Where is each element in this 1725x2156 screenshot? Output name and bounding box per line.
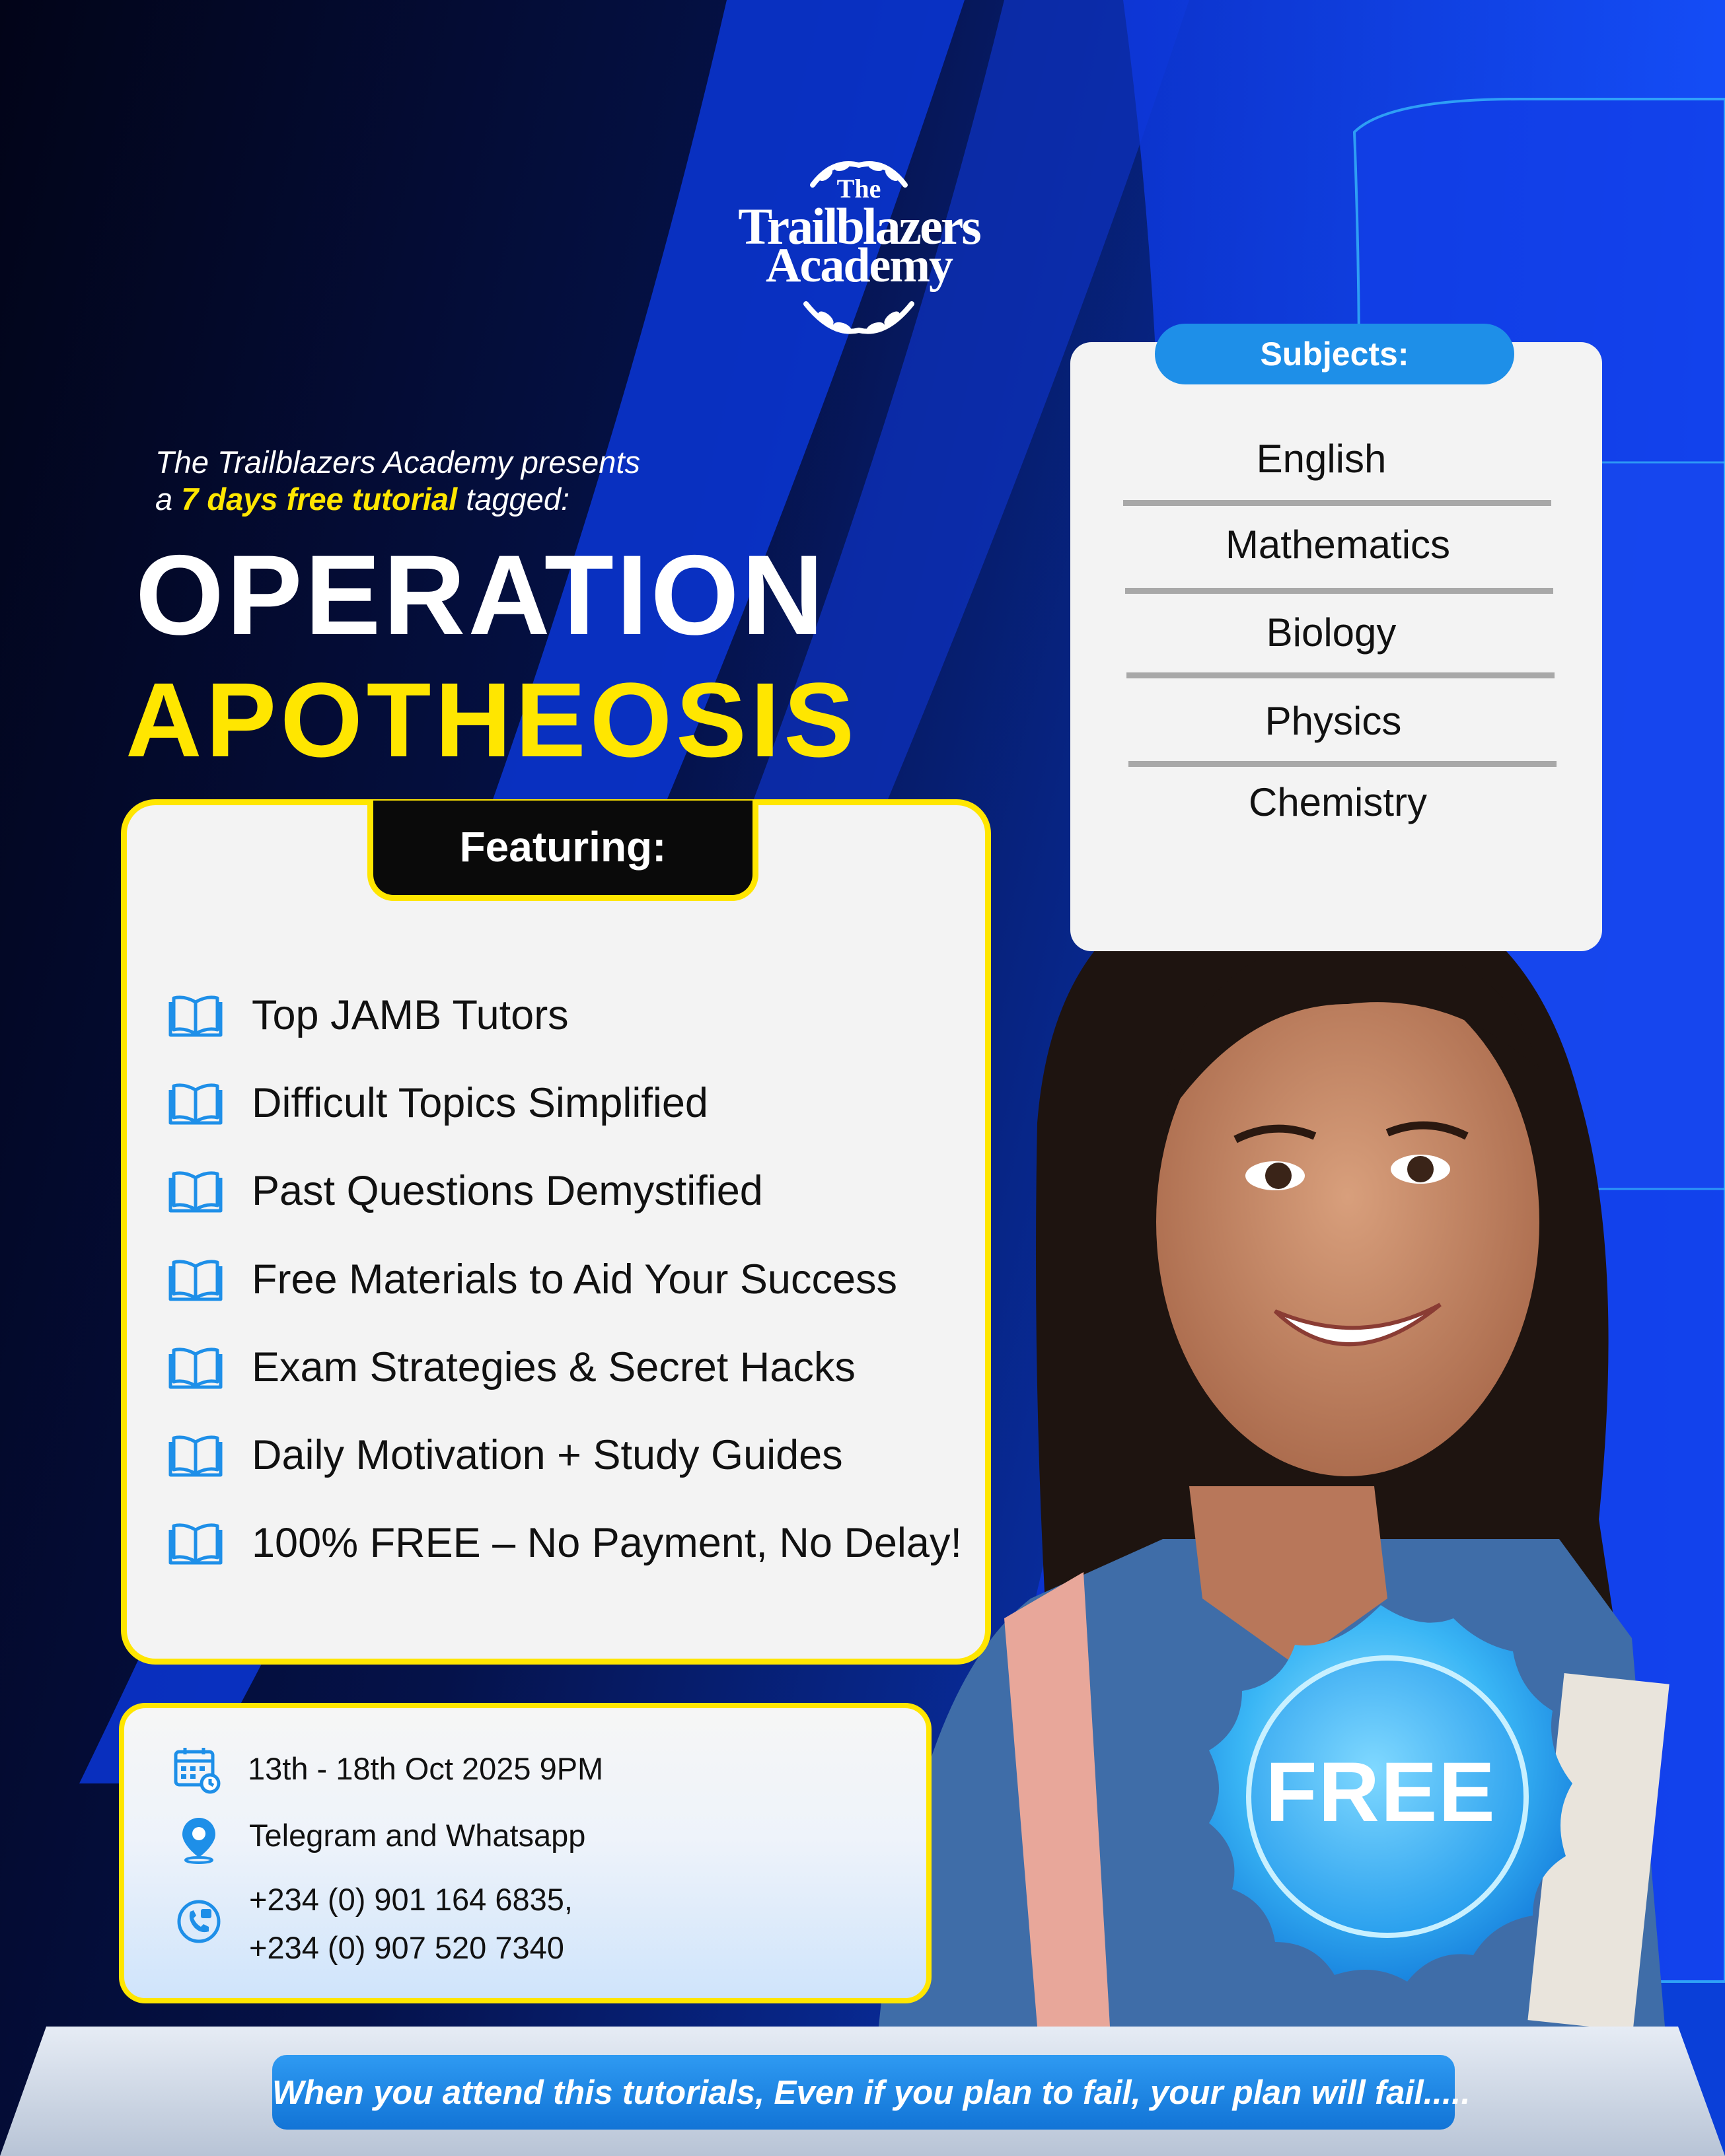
feature-item: Difficult Topics Simplified (168, 1059, 981, 1147)
subject-divider (1125, 588, 1553, 594)
feature-text: Difficult Topics Simplified (252, 1079, 708, 1126)
phone-icon (177, 1900, 221, 1943)
feature-item: Exam Strategies & Secret Hacks (168, 1323, 981, 1411)
feature-text: Daily Motivation + Study Guides (252, 1432, 843, 1479)
phone-number-2[interactable]: +234 (0) 907 520 7340 (249, 1929, 564, 1966)
location-pin-icon (182, 1818, 215, 1864)
subject-english: English (1256, 437, 1387, 481)
calendar-icon (174, 1748, 221, 1794)
feature-item: Top JAMB Tutors (168, 971, 981, 1059)
feature-text: Top JAMB Tutors (252, 991, 569, 1038)
feature-text: Free Materials to Aid Your Success (252, 1256, 897, 1303)
subject-physics: Physics (1265, 699, 1402, 743)
book-icon (168, 1171, 223, 1213)
subject-divider (1128, 761, 1557, 767)
feature-item: Daily Motivation + Study Guides (168, 1411, 981, 1499)
featuring-label: Featuring: (367, 801, 758, 901)
feature-item: Past Questions Demystified (168, 1147, 981, 1235)
book-icon (168, 1259, 223, 1301)
feature-list: Top JAMB Tutors Difficult Topics Simplif… (168, 971, 981, 1587)
book-icon (168, 1083, 223, 1125)
poster: The Trailblazers Academy The Trailblazer… (0, 0, 1725, 2156)
event-platform: Telegram and Whatsapp (249, 1818, 586, 1853)
subjects-label: Subjects: (1155, 324, 1514, 384)
subject-divider (1123, 500, 1551, 506)
free-label: FREE (1265, 1745, 1496, 1840)
phone-number-1[interactable]: +234 (0) 901 164 6835, (249, 1881, 573, 1918)
book-icon (168, 995, 223, 1037)
book-icon (168, 1348, 223, 1389)
tagline-banner: When you attend this tutorials, Even if … (272, 2055, 1471, 2130)
subject-chemistry: Chemistry (1248, 780, 1428, 824)
book-icon (168, 1435, 223, 1477)
subject-divider (1126, 672, 1555, 678)
feature-text: Past Questions Demystified (252, 1168, 763, 1215)
feature-item: Free Materials to Aid Your Success (168, 1235, 981, 1323)
feature-text: Exam Strategies & Secret Hacks (252, 1344, 856, 1390)
subject-mathematics: Mathematics (1225, 522, 1451, 567)
book-icon (168, 1523, 223, 1565)
feature-item: 100% FREE – No Payment, No Delay! (168, 1499, 981, 1587)
event-date: 13th - 18th Oct 2025 9PM (248, 1751, 604, 1786)
feature-text: 100% FREE – No Payment, No Delay! (252, 1520, 962, 1567)
subject-biology: Biology (1266, 610, 1397, 655)
